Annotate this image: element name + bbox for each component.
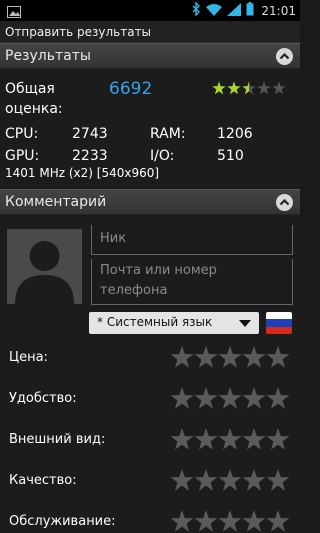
chevron-up-icon — [279, 198, 290, 206]
criteria-star-icon[interactable] — [266, 468, 290, 492]
nick-placeholder: Ник — [100, 231, 127, 246]
criteria-star-icon[interactable] — [194, 468, 218, 492]
battery-icon — [246, 1, 254, 20]
criteria-star-icon[interactable] — [170, 386, 194, 410]
criteria-rating-stars[interactable] — [170, 427, 290, 451]
criteria-rating-stars[interactable] — [170, 468, 290, 492]
io-label: I/O: — [150, 148, 175, 164]
rating-star-icon — [212, 81, 226, 95]
collapse-comment-button[interactable] — [276, 194, 293, 211]
results-title: Результаты — [5, 48, 91, 64]
device-info: 1401 MHz (x2) [540x960] — [5, 166, 160, 180]
action-bar: Отправить результаты — [0, 21, 300, 43]
criteria-star-icon[interactable] — [218, 427, 242, 451]
criteria-star-icon[interactable] — [170, 427, 194, 451]
criteria-star-icon[interactable] — [194, 427, 218, 451]
criteria-star-icon[interactable] — [218, 468, 242, 492]
criteria-rating-stars[interactable] — [170, 386, 290, 410]
contact-field[interactable]: Почта или номер телефона — [91, 259, 293, 305]
criteria-star-icon[interactable] — [194, 509, 218, 533]
criteria-label: Качество: — [9, 473, 77, 488]
results-panel: Общая оценка: 6692 CPU: 2743 RAM: 1206 G… — [0, 69, 300, 188]
io-value: 510 — [217, 148, 244, 164]
gpu-value: 2233 — [72, 148, 108, 164]
results-section-header[interactable]: Результаты — [0, 43, 300, 69]
nick-field[interactable]: Ник — [91, 225, 293, 255]
criteria-rating-stars[interactable] — [170, 509, 290, 533]
criteria-star-icon[interactable] — [242, 386, 266, 410]
criteria-rating-stars[interactable] — [170, 345, 290, 369]
criteria-star-icon[interactable] — [242, 427, 266, 451]
ram-label: RAM: — [150, 126, 186, 142]
criteria-star-icon[interactable] — [194, 386, 218, 410]
dropdown-caret-icon — [239, 320, 251, 327]
ram-value: 1206 — [217, 126, 253, 142]
comment-title: Комментарий — [5, 194, 107, 210]
criteria-star-icon[interactable] — [266, 345, 290, 369]
status-bar: 21:01 — [0, 0, 300, 21]
criteria-label: Внешний вид: — [9, 432, 106, 447]
language-select-value: * Системный язык — [97, 315, 213, 329]
language-select[interactable]: * Системный язык — [89, 312, 259, 334]
action-bar-title: Отправить результаты — [5, 25, 152, 39]
user-silhouette-icon — [15, 241, 74, 304]
criteria-star-icon[interactable] — [266, 509, 290, 533]
contact-placeholder-line2: телефона — [100, 283, 168, 298]
criteria-star-icon[interactable] — [266, 427, 290, 451]
criteria-label: Обслуживание: — [9, 514, 116, 529]
comment-section-header[interactable]: Комментарий — [0, 189, 300, 215]
rating-star-icon — [242, 81, 256, 95]
russian-flag-icon[interactable] — [266, 312, 292, 334]
wifi-icon — [206, 1, 223, 20]
criteria-star-icon[interactable] — [170, 345, 194, 369]
criteria-star-icon[interactable] — [242, 509, 266, 533]
contact-placeholder-line1: Почта или номер — [100, 263, 217, 278]
collapse-results-button[interactable] — [276, 48, 293, 65]
rating-star-icon — [257, 81, 271, 95]
rating-star-icon — [272, 81, 286, 95]
overall-rating-stars — [212, 81, 286, 95]
clock: 21:01 — [261, 3, 296, 18]
criteria-star-icon[interactable] — [218, 509, 242, 533]
bluetooth-icon — [192, 1, 201, 20]
criteria-star-icon[interactable] — [170, 509, 194, 533]
criteria-star-icon[interactable] — [218, 386, 242, 410]
total-score-label: Общая оценка: — [5, 81, 63, 117]
criteria-star-icon[interactable] — [266, 386, 290, 410]
criteria-star-icon[interactable] — [218, 345, 242, 369]
signal-icon — [227, 1, 242, 20]
criteria-star-icon[interactable] — [170, 468, 194, 492]
gpu-label: GPU: — [5, 148, 40, 164]
avatar[interactable] — [7, 229, 82, 304]
cpu-value: 2743 — [72, 126, 108, 142]
criteria-star-icon[interactable] — [242, 345, 266, 369]
cpu-label: CPU: — [5, 126, 39, 142]
photo-icon — [7, 3, 21, 22]
chevron-up-icon — [279, 52, 290, 60]
criteria-star-icon[interactable] — [194, 345, 218, 369]
criteria-label: Удобство: — [9, 391, 77, 406]
rating-star-icon — [227, 81, 241, 95]
comment-panel: Ник Почта или номер телефона * Системный… — [0, 215, 300, 533]
total-score-value: 6692 — [109, 79, 153, 99]
criteria-star-icon[interactable] — [242, 468, 266, 492]
criteria-label: Цена: — [9, 350, 48, 365]
